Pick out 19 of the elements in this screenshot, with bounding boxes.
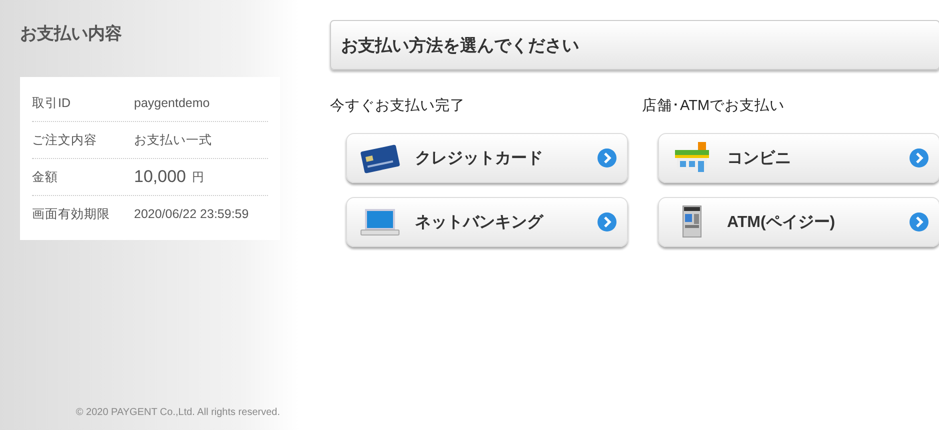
section-heading: 店舗･ATMでお支払い [642,96,786,115]
laptop-icon [359,206,401,238]
detail-value: 2020/06/22 23:59:59 [134,207,249,221]
detail-value: paygentdemo [134,96,210,110]
detail-value: お支払い一式 [134,132,212,148]
payment-method-button[interactable]: コンビニ [658,133,939,183]
detail-label: 画面有効期限 [32,206,111,222]
summary-title: お支払い内容 [20,23,123,45]
payment-method-button[interactable]: ネットバンキング [346,197,628,247]
currency-unit: 円 [192,168,204,186]
copyright: © 2020 PAYGENT Co.,Ltd. All rights reserved. [74,407,280,418]
detail-label: 金額 [32,168,59,186]
detail-label: ご注文内容 [32,132,98,148]
payment-method-button[interactable]: クレジットカード [346,133,628,183]
payment-method-button[interactable]: ATM(ペイジー) [658,197,939,247]
section-heading: 今すぐお支払い完了 [330,96,466,115]
detail-value: 10,000 [134,167,186,187]
page-title: お支払い方法を選んでください [330,20,939,70]
detail-label: 取引ID [32,94,72,112]
